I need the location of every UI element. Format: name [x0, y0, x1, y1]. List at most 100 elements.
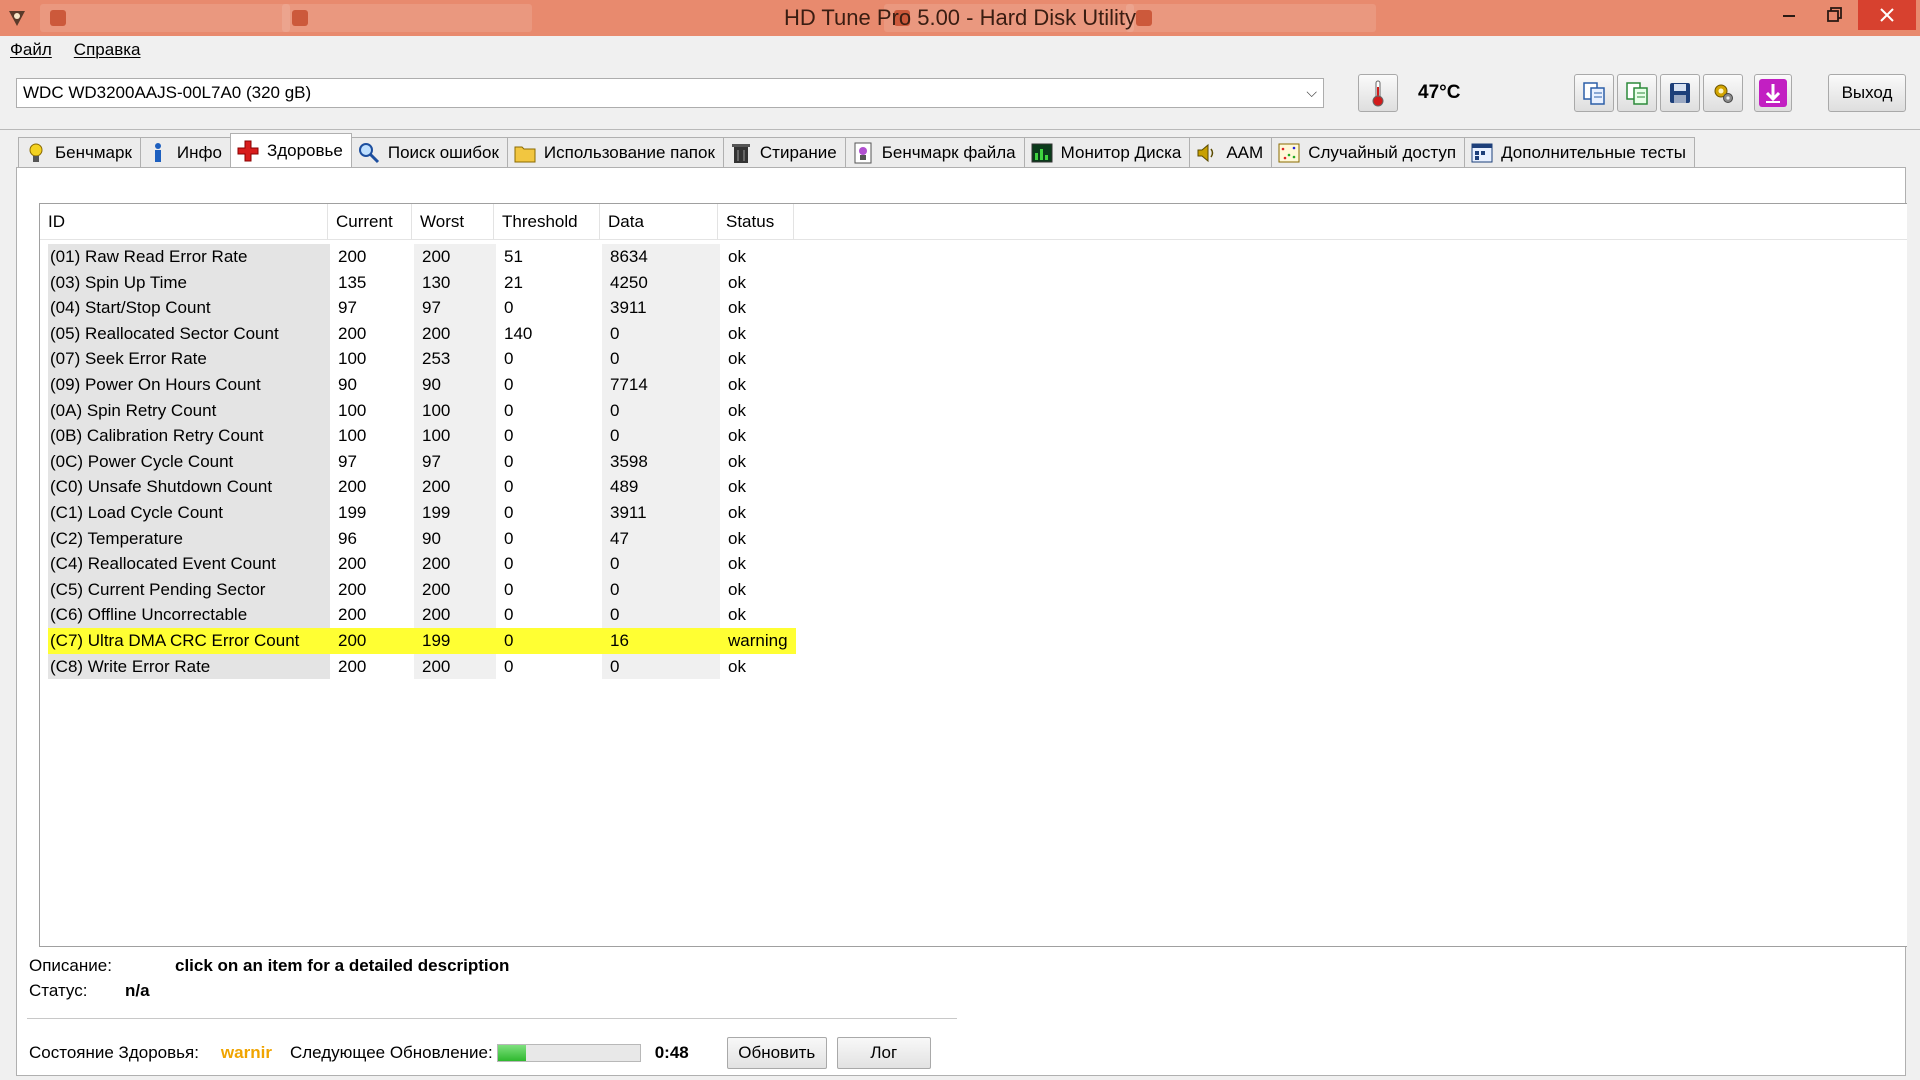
cell-current-value: 97 [338, 298, 357, 318]
table-row[interactable]: (0C) Power Cycle Count 97 97 0 3598 ok [48, 448, 796, 475]
column-header-id[interactable]: ID [40, 204, 328, 240]
tab-health[interactable]: Здоровье [229, 133, 352, 167]
column-header-worst[interactable]: Worst [412, 204, 494, 240]
table-row[interactable]: (07) Seek Error Rate 100 253 0 0 ok [48, 346, 796, 372]
minimize-button[interactable] [1766, 0, 1812, 30]
tab-label: Использование папок [543, 142, 715, 162]
table-row[interactable]: (C7) Ultra DMA CRC Error Count 200 199 0 16 w… [48, 627, 796, 654]
table-row[interactable]: (C1) Load Cycle Count 199 199 0 3911 ok [48, 499, 796, 526]
table-row[interactable]: (0A) Spin Retry Count 100 100 0 0 ok [48, 397, 796, 424]
table-row[interactable]: (C0) Unsafe Shutdown Count 200 200 0 489 ok [48, 474, 796, 500]
temperature-button[interactable] [1358, 74, 1398, 112]
cell-attribute-id: (07) Seek Error Rate [48, 346, 330, 372]
table-row[interactable]: (C8) Write Error Rate 200 200 0 0 ok [48, 653, 796, 680]
extra-tests-icon [1471, 142, 1493, 164]
cell-worst-value: 130 [414, 269, 496, 296]
cell-attribute-id: (01) Raw Read Error Rate [48, 244, 330, 270]
divider [27, 1018, 957, 1019]
tab-file-benchmark[interactable]: Бенчмарк файла [844, 137, 1025, 167]
cell-worst-value: 200 [414, 320, 496, 347]
menu-file[interactable]: Файл [10, 40, 52, 60]
drive-select[interactable]: WDC WD3200AAJS-00L7A0 (320 gB) ⌵ [16, 78, 1324, 108]
tab-erase[interactable]: Стирание [722, 137, 846, 167]
cell-status-value: ok [728, 554, 746, 574]
tab-info[interactable]: Инфо [139, 137, 231, 167]
menu-help[interactable]: Справка [74, 40, 141, 60]
cell-raw-data: 3911 [602, 295, 720, 321]
table-row[interactable]: (C4) Reallocated Event Count 200 200 0 0 ok [48, 551, 796, 577]
cell-status-value: ok [728, 426, 746, 446]
cell-attribute-id: (0B) Calibration Retry Count [48, 423, 330, 449]
cell-threshold-value: 0 [504, 451, 514, 471]
tab-label: Дополнительные тесты [1501, 142, 1686, 162]
copy-info-button[interactable] [1574, 74, 1614, 112]
cell-worst-value: 199 [414, 627, 496, 654]
table-row[interactable]: (04) Start/Stop Count 97 97 0 3911 ok [48, 295, 796, 321]
smart-table-body: (01) Raw Read Error Rate 200 200 51 8634 ok (0… [48, 244, 796, 680]
tab-extra-tests[interactable]: Дополнительные тесты [1464, 137, 1695, 167]
details-area: Описание: click on an item for a detaile… [29, 953, 509, 1003]
column-header-data[interactable]: Data [600, 204, 718, 240]
copy-all-button[interactable] [1617, 74, 1657, 112]
table-row[interactable]: (C5) Current Pending Sector 200 200 0 0 ok [48, 576, 796, 603]
cell-current-value: 200 [338, 323, 367, 343]
tab-folder-usage[interactable]: Использование папок [506, 137, 724, 167]
table-row[interactable]: (0B) Calibration Retry Count 100 100 0 0 ok [48, 423, 796, 449]
column-header-threshold[interactable]: Threshold [494, 204, 600, 240]
cell-attribute-id: (C6) Offline Uncorrectable [48, 602, 330, 628]
tab-label: Здоровье [266, 140, 343, 160]
table-row[interactable]: (C2) Temperature 96 90 0 47 ok [48, 525, 796, 552]
cell-status-value: ok [728, 451, 746, 471]
description-value: click on an item for a detailed descript… [175, 955, 510, 975]
tab-label: Бенчмарк [55, 142, 132, 162]
refresh-button[interactable]: Обновить [726, 1037, 827, 1069]
next-update-label: Следующее Обновление: [289, 1043, 493, 1062]
cell-worst-value: 90 [414, 371, 496, 398]
cell-status-value: ok [728, 349, 746, 369]
download-button[interactable] [1754, 74, 1792, 112]
health-status-bar: Состояние Здоровья: warnir Следующее Обн… [29, 1036, 931, 1070]
cell-current-value: 100 [338, 400, 367, 420]
cell-attribute-id: (C4) Reallocated Event Count [48, 551, 330, 577]
log-button[interactable]: Лог [836, 1037, 931, 1069]
smart-table-header: ID Current Worst Threshold Data Status [40, 204, 1907, 240]
table-row[interactable]: (03) Spin Up Time 135 130 21 4250 ok [48, 269, 796, 296]
cell-raw-data: 0 [602, 576, 720, 603]
cell-status-value: ok [728, 605, 746, 625]
close-button[interactable] [1858, 0, 1916, 30]
tab-random-access[interactable]: Случайный доступ [1271, 137, 1466, 167]
cell-threshold-value: 0 [504, 477, 514, 497]
health-cross-icon [237, 140, 259, 162]
cell-status-value: warning [720, 627, 796, 654]
options-button[interactable] [1703, 74, 1743, 112]
tab-label: Стирание [759, 142, 837, 162]
tab-aam[interactable]: AAM [1189, 137, 1273, 167]
cell-worst-value: 97 [414, 448, 496, 475]
save-button[interactable] [1660, 74, 1700, 112]
cell-raw-data: 16 [602, 627, 720, 654]
cell-worst-value: 200 [414, 576, 496, 603]
table-row[interactable]: (C6) Offline Uncorrectable 200 200 0 0 ok [48, 602, 796, 628]
column-header-current[interactable]: Current [328, 204, 412, 240]
tab-benchmark[interactable]: Бенчмарк [18, 137, 141, 167]
info-icon [147, 142, 169, 164]
table-row[interactable]: (01) Raw Read Error Rate 200 200 51 8634 ok [48, 244, 796, 270]
cell-attribute-id: (C0) Unsafe Shutdown Count [48, 474, 330, 500]
cell-raw-data: 0 [602, 320, 720, 347]
cell-status-value: ok [728, 656, 746, 676]
tab-label: AAM [1226, 142, 1264, 162]
column-header-status[interactable]: Status [718, 204, 794, 240]
main-tabs: Бенчмарк Инфо Здоровье Поиск ошибок Испо… [18, 133, 1695, 167]
restore-button[interactable] [1812, 0, 1858, 30]
tab-error-scan[interactable]: Поиск ошибок [350, 137, 508, 167]
cell-current-value: 100 [338, 349, 367, 369]
tab-disk-monitor[interactable]: Монитор Диска [1023, 137, 1191, 167]
exit-button[interactable]: Выход [1828, 74, 1906, 112]
cell-threshold-value: 140 [504, 323, 533, 343]
cell-current-value: 200 [338, 579, 367, 599]
table-row[interactable]: (05) Reallocated Sector Count 200 200 140 0 o… [48, 320, 796, 347]
thermometer-icon [1372, 80, 1384, 107]
cell-threshold-value: 0 [504, 605, 514, 625]
drive-select-value: WDC WD3200AAJS-00L7A0 (320 gB) [23, 83, 312, 102]
table-row[interactable]: (09) Power On Hours Count 90 90 0 7714 ok [48, 371, 796, 398]
